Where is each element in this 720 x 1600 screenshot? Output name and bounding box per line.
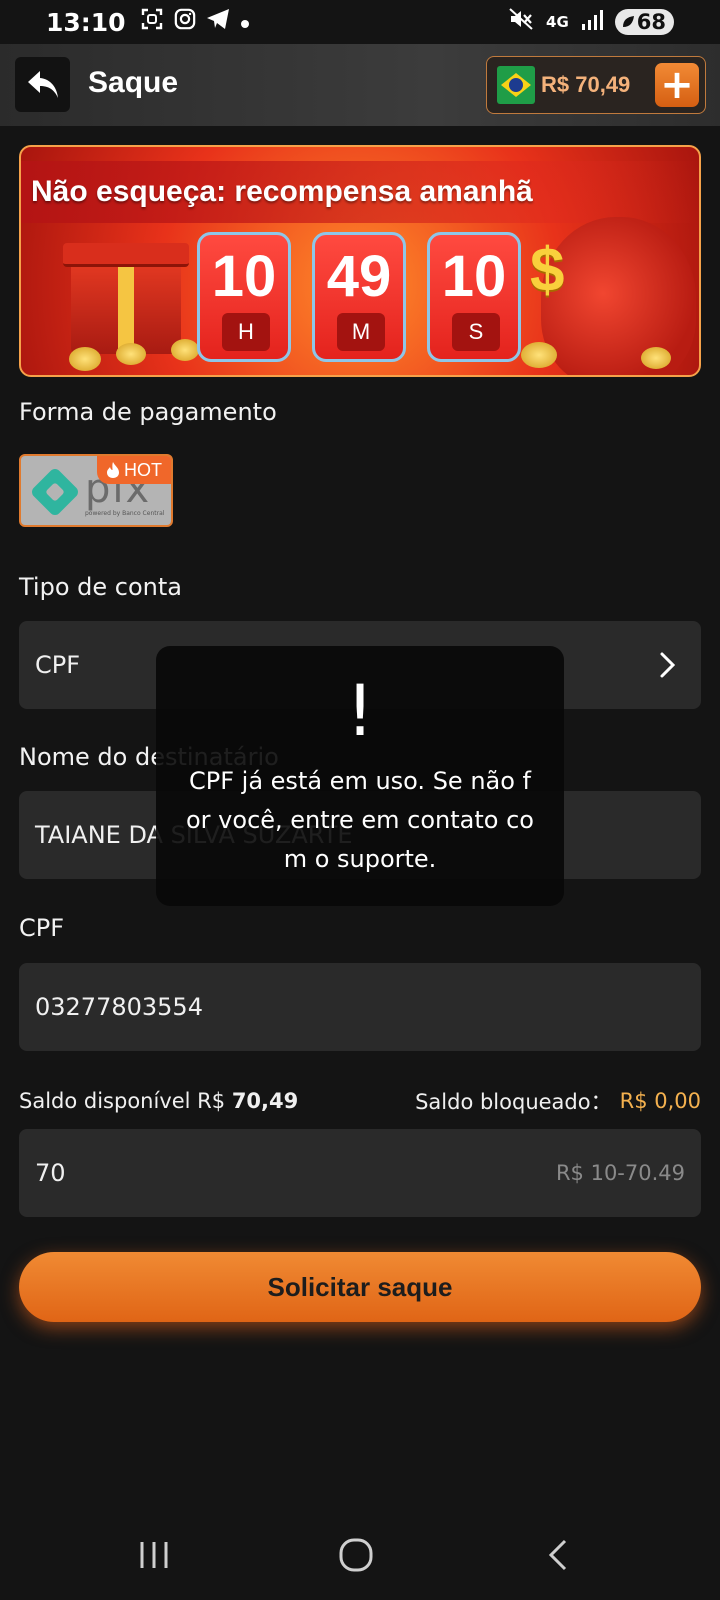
header-balance: R$ 70,49	[541, 72, 631, 97]
timer-minutes: 49 M	[312, 232, 406, 362]
chevron-right-icon	[651, 648, 685, 682]
balance-row: Saldo disponível R$ 70,49 Saldo bloquead…	[19, 1085, 701, 1117]
home-button[interactable]	[326, 1530, 386, 1580]
amount-range-hint: R$ 10-70.49	[555, 1161, 685, 1185]
amount-input[interactable]: 70 R$ 10-70.49	[19, 1129, 701, 1217]
flame-icon	[107, 462, 119, 478]
coin-icon	[521, 342, 557, 368]
coin-icon	[171, 339, 199, 361]
app-header: Saque R$ 70,49 +	[0, 44, 720, 126]
mute-icon	[508, 7, 534, 37]
battery-icon: 68	[614, 9, 674, 35]
gift-lid	[63, 243, 189, 267]
request-withdrawal-button[interactable]: Solicitar saque	[19, 1252, 701, 1322]
pix-logo-icon	[29, 466, 81, 518]
exclamation-icon: !	[345, 670, 375, 752]
cpf-label: CPF	[19, 914, 65, 942]
instagram-icon	[174, 8, 196, 36]
back-button[interactable]	[15, 57, 70, 112]
system-nav-bar	[0, 1510, 720, 1600]
timer-hours-value: 10	[211, 244, 277, 309]
timer-minutes-value: 49	[326, 244, 392, 309]
page-title: Saque	[88, 66, 179, 99]
locked-balance-label: Saldo bloqueado：	[415, 1090, 612, 1114]
brazil-flag-icon	[497, 66, 535, 104]
timer-seconds-value: 10	[441, 244, 507, 309]
gift-box-icon	[71, 259, 181, 354]
available-balance-label: Saldo disponível R$	[19, 1089, 232, 1113]
error-toast: ! CPF já está em uso. Se não for você, e…	[156, 646, 564, 906]
back-arrow-icon	[27, 70, 58, 98]
pix-subtitle: powered by Banco Central	[85, 510, 165, 517]
balance-box[interactable]: R$ 70,49 +	[486, 56, 706, 114]
timer-hours: 10 H	[197, 232, 291, 362]
cpf-value: 03277803554	[35, 993, 203, 1021]
hot-badge-label: HOT	[124, 459, 162, 480]
timer-seconds-unit: S	[452, 313, 500, 351]
status-bar: 13:10 4G 68	[0, 0, 720, 44]
back-nav-button[interactable]	[528, 1530, 588, 1580]
timer-hours-unit: H	[222, 313, 270, 351]
screenshot-icon	[140, 7, 164, 37]
dot-icon	[240, 10, 250, 35]
hot-badge: HOT	[97, 456, 171, 484]
banner-title: Não esqueça: recompensa amanhã	[31, 175, 533, 208]
deposit-add-button[interactable]: +	[655, 63, 699, 107]
coin-icon	[641, 347, 671, 369]
home-icon	[339, 1538, 373, 1572]
coin-icon	[69, 347, 101, 371]
account-type-value: CPF	[35, 651, 81, 679]
recent-apps-button[interactable]	[124, 1530, 184, 1580]
timer-minutes-unit: M	[337, 313, 385, 351]
dollar-icon: $	[530, 236, 565, 305]
pix-payment-option[interactable]: pix powered by Banco Central HOT	[19, 454, 173, 527]
cpf-input[interactable]: 03277803554	[19, 963, 701, 1051]
signal-icon	[581, 8, 603, 37]
battery-level: 68	[636, 10, 666, 34]
network-type: 4G	[546, 13, 569, 31]
account-type-label: Tipo de conta	[19, 573, 182, 601]
locked-balance-value: R$ 0,00	[619, 1089, 701, 1113]
amount-value: 70	[35, 1159, 66, 1187]
telegram-icon	[206, 8, 230, 36]
clock: 13:10	[46, 7, 126, 37]
available-balance-value: 70,49	[231, 1089, 299, 1113]
coin-icon	[116, 343, 146, 365]
timer-seconds: 10 S	[427, 232, 521, 362]
toast-message: CPF já está em uso. Se não for você, ent…	[186, 767, 534, 873]
payment-method-label: Forma de pagamento	[19, 398, 277, 426]
back-chevron-icon	[548, 1539, 567, 1571]
recent-apps-icon	[140, 1542, 168, 1568]
